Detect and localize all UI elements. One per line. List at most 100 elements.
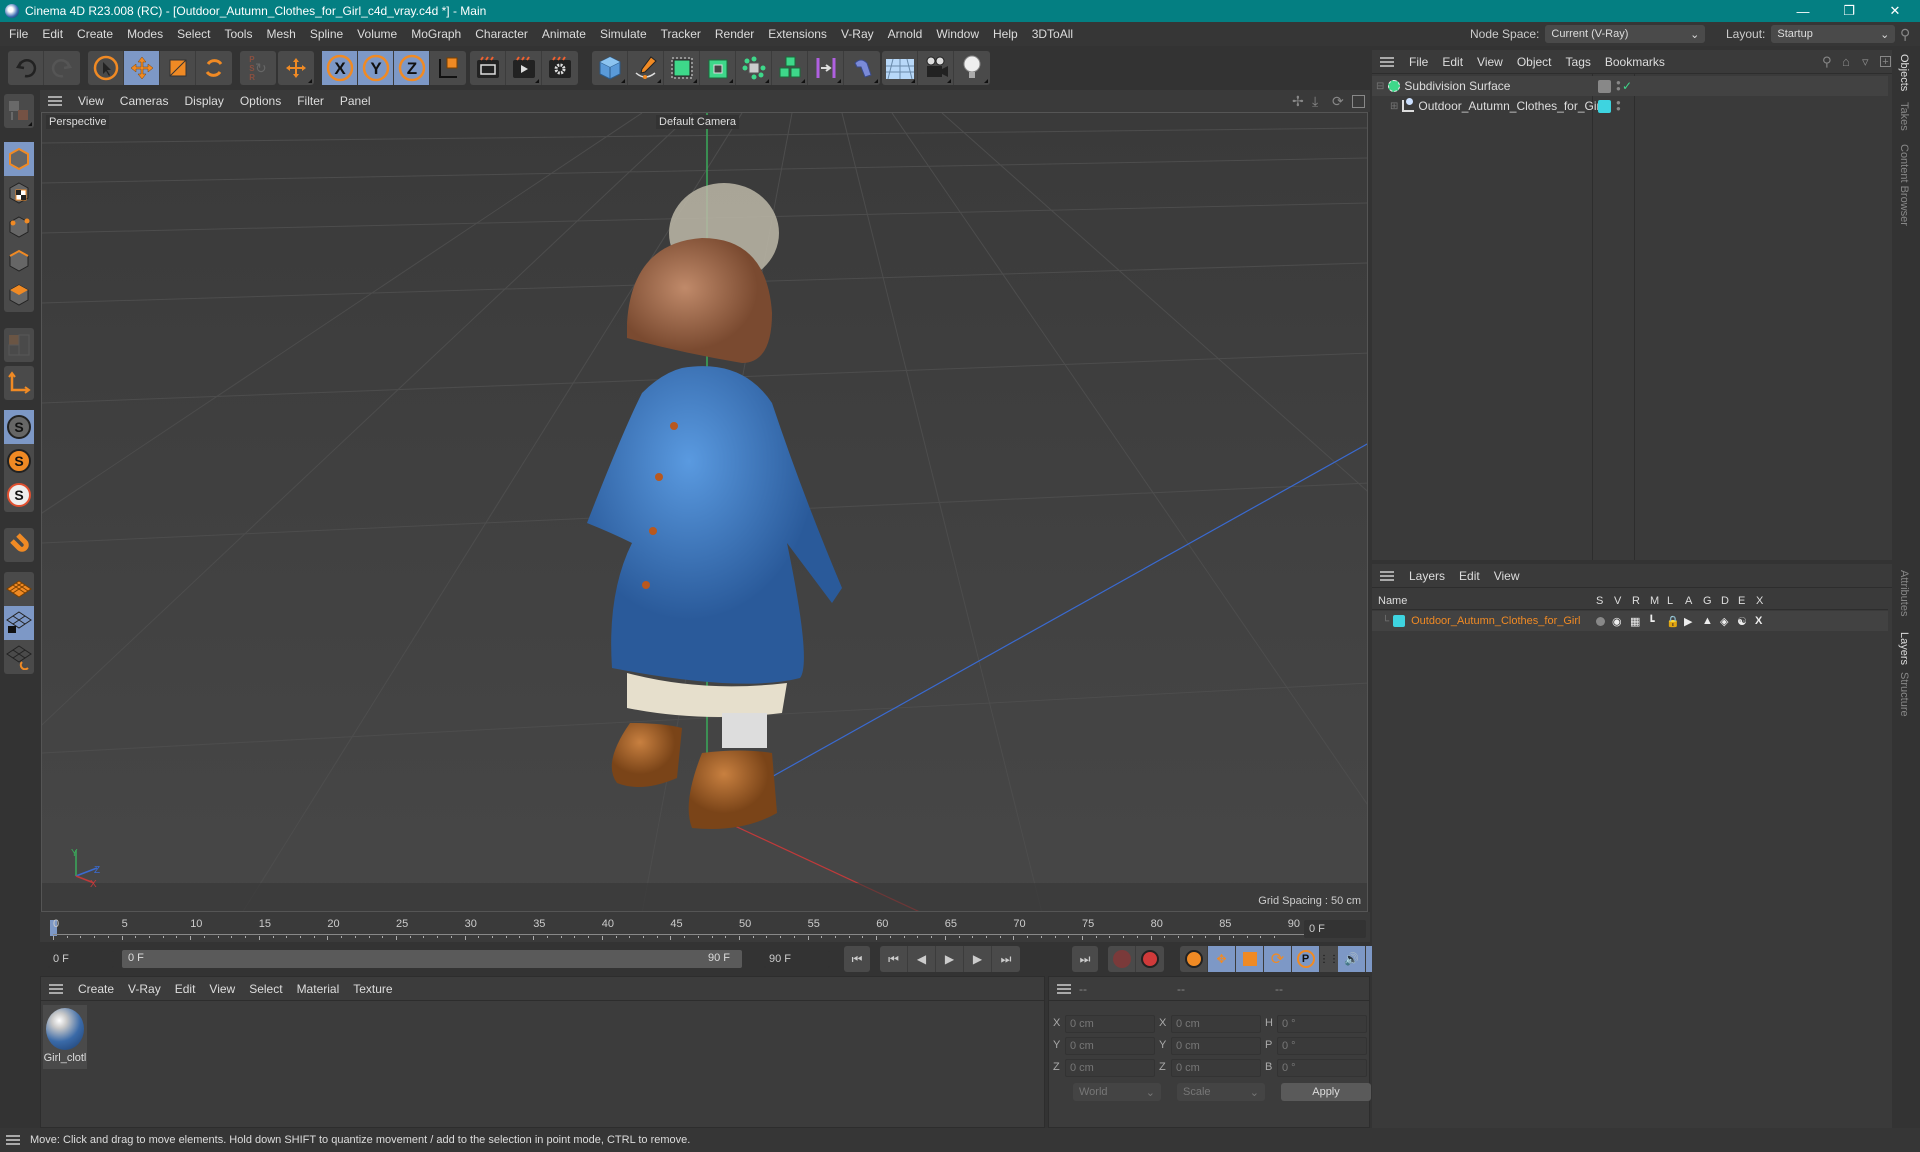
rot-p-field[interactable]: 0 ° [1277,1037,1367,1055]
material-menu-create[interactable]: Create [71,982,121,996]
menu-help[interactable]: Help [986,27,1025,41]
go-to-start-icon[interactable]: ⏮ [844,946,870,972]
menu-file[interactable]: File [0,27,35,41]
object-menu-object[interactable]: Object [1510,55,1559,69]
previous-key-icon[interactable]: ⏮ [880,946,908,972]
current-frame-field[interactable]: 0 F [1304,920,1366,938]
expression-icon[interactable]: ☯ [1737,615,1747,628]
menu-edit[interactable]: Edit [35,27,70,41]
tab-objects[interactable]: Objects [1898,54,1910,91]
node-space-dropdown[interactable]: Current (V-Ray) ⌄ [1545,25,1706,43]
deformer-icon[interactable] [844,51,880,85]
light-icon[interactable] [954,51,990,85]
menu-tools[interactable]: Tools [217,27,259,41]
layer-menu-icon[interactable] [1380,570,1394,581]
maximize-view-icon[interactable] [1352,94,1365,108]
point-mode-icon[interactable] [4,210,34,244]
size-x-field[interactable]: 0 cm [1171,1015,1261,1033]
object-menu-edit[interactable]: Edit [1435,55,1470,69]
camera-icon[interactable] [918,51,954,85]
column-manager[interactable]: M [1650,595,1659,607]
rot-b-field[interactable]: 0 ° [1277,1059,1367,1077]
visibility-dots-icon[interactable]: ● ● [1616,79,1621,93]
menu-tracker[interactable]: Tracker [654,27,708,41]
material-menu-edit[interactable]: Edit [168,982,203,996]
menu-simulate[interactable]: Simulate [593,27,654,41]
key-parameter-icon[interactable]: P [1292,946,1320,972]
polygon-mode-icon[interactable] [4,278,34,312]
timeline-ruler[interactable]: 0 5 10 15 20 25 30 35 40 45 50 55 60 65 70 75 80 85 90 0 F [40,912,1370,942]
autokey-icon[interactable] [1136,946,1164,972]
menu-character[interactable]: Character [468,27,535,41]
locked-workplane-icon[interactable] [4,606,34,640]
visibility-dots-icon[interactable]: ● ● [1616,99,1621,113]
layer-name[interactable]: Outdoor_Autumn_Clothes_for_Girl [1411,615,1580,627]
column-view[interactable]: V [1614,595,1621,607]
object-menu-file[interactable]: File [1402,55,1435,69]
scale-icon[interactable] [160,51,196,85]
close-button[interactable]: ✕ [1872,0,1918,22]
object-menu-bookmarks[interactable]: Bookmarks [1598,55,1672,69]
pos-z-field[interactable]: 0 cm [1065,1059,1155,1077]
magnet-icon[interactable] [4,528,34,562]
menu-volume[interactable]: Volume [350,27,404,41]
rot-h-field[interactable]: 0 ° [1277,1015,1367,1033]
viewport-menu-display[interactable]: Display [176,94,231,108]
pan-view-icon[interactable]: ✢ [1292,93,1304,110]
menu-create[interactable]: Create [70,27,120,41]
extrude-icon[interactable] [700,51,736,85]
new-window-icon[interactable]: + [1880,56,1891,68]
psr-icon[interactable]: P S R ↻ [240,51,276,85]
sound-icon[interactable]: 🔊 [1338,946,1366,972]
menu-render[interactable]: Render [708,27,761,41]
floor-icon[interactable] [882,51,918,85]
status-menu-icon[interactable] [6,1135,20,1145]
object-row-clothes[interactable]: ⊞ Outdoor_Autumn_Clothes_for_Girl ● ● [1372,96,1888,116]
play-icon[interactable]: ▶ [936,946,964,972]
frame-range-slider[interactable]: 0 F 90 F [122,950,742,968]
column-generators[interactable]: G [1703,595,1712,607]
tab-takes[interactable]: Takes [1898,102,1910,131]
tab-content-browser[interactable]: Content Browser [1898,144,1910,226]
x-axis-icon[interactable]: X [322,51,358,85]
viewport-menu-panel[interactable]: Panel [332,94,379,108]
transform-icon[interactable] [278,51,314,85]
cloner-icon[interactable] [772,51,808,85]
menu-modes[interactable]: Modes [120,27,170,41]
tab-attributes[interactable]: Attributes [1898,570,1910,616]
viewport-menu-icon[interactable] [48,96,62,106]
material-swatch[interactable]: Girl_clotl [43,1005,87,1069]
material-menu-texture[interactable]: Texture [346,982,399,996]
xref-icon[interactable]: X [1755,615,1762,627]
tab-structure[interactable]: Structure [1898,672,1910,717]
home-icon[interactable]: ⌂ [1842,54,1850,69]
z-axis-icon[interactable]: Z [394,51,430,85]
y-axis-icon[interactable]: Y [358,51,394,85]
undo-icon[interactable] [8,51,44,85]
column-locked[interactable]: L [1667,595,1673,607]
menu-mograph[interactable]: MoGraph [404,27,468,41]
viewport-menu-options[interactable]: Options [232,94,289,108]
render-view-icon[interactable] [470,51,506,85]
array-icon[interactable] [736,51,772,85]
object-menu-tags[interactable]: Tags [1559,55,1598,69]
key-position-icon[interactable]: ✥ [1208,946,1236,972]
search-icon[interactable]: ⚲ [1822,54,1832,70]
go-to-end-icon[interactable]: ⏭ [1072,946,1098,972]
subdivision-icon[interactable] [664,51,700,85]
next-frame-icon[interactable]: ▶ [964,946,992,972]
manager-hierarchy-icon[interactable]: ┗ [1648,615,1655,628]
menu-vray[interactable]: V-Ray [834,27,881,41]
column-deformers[interactable]: D [1721,595,1729,607]
rotate-view-icon[interactable]: ⟳ [1332,93,1344,110]
column-animation[interactable]: A [1685,595,1692,607]
layout-dropdown[interactable]: Startup ⌄ [1771,25,1896,43]
key-scale-icon[interactable] [1236,946,1264,972]
viewport-menu-filter[interactable]: Filter [289,94,332,108]
tab-layers[interactable]: Layers [1898,632,1910,665]
menu-animate[interactable]: Animate [535,27,593,41]
size-y-field[interactable]: 0 cm [1171,1037,1261,1055]
restore-button[interactable]: ❐ [1826,0,1872,22]
render-clapper-icon[interactable]: ▦ [1630,615,1640,628]
column-expressions[interactable]: E [1738,595,1745,607]
